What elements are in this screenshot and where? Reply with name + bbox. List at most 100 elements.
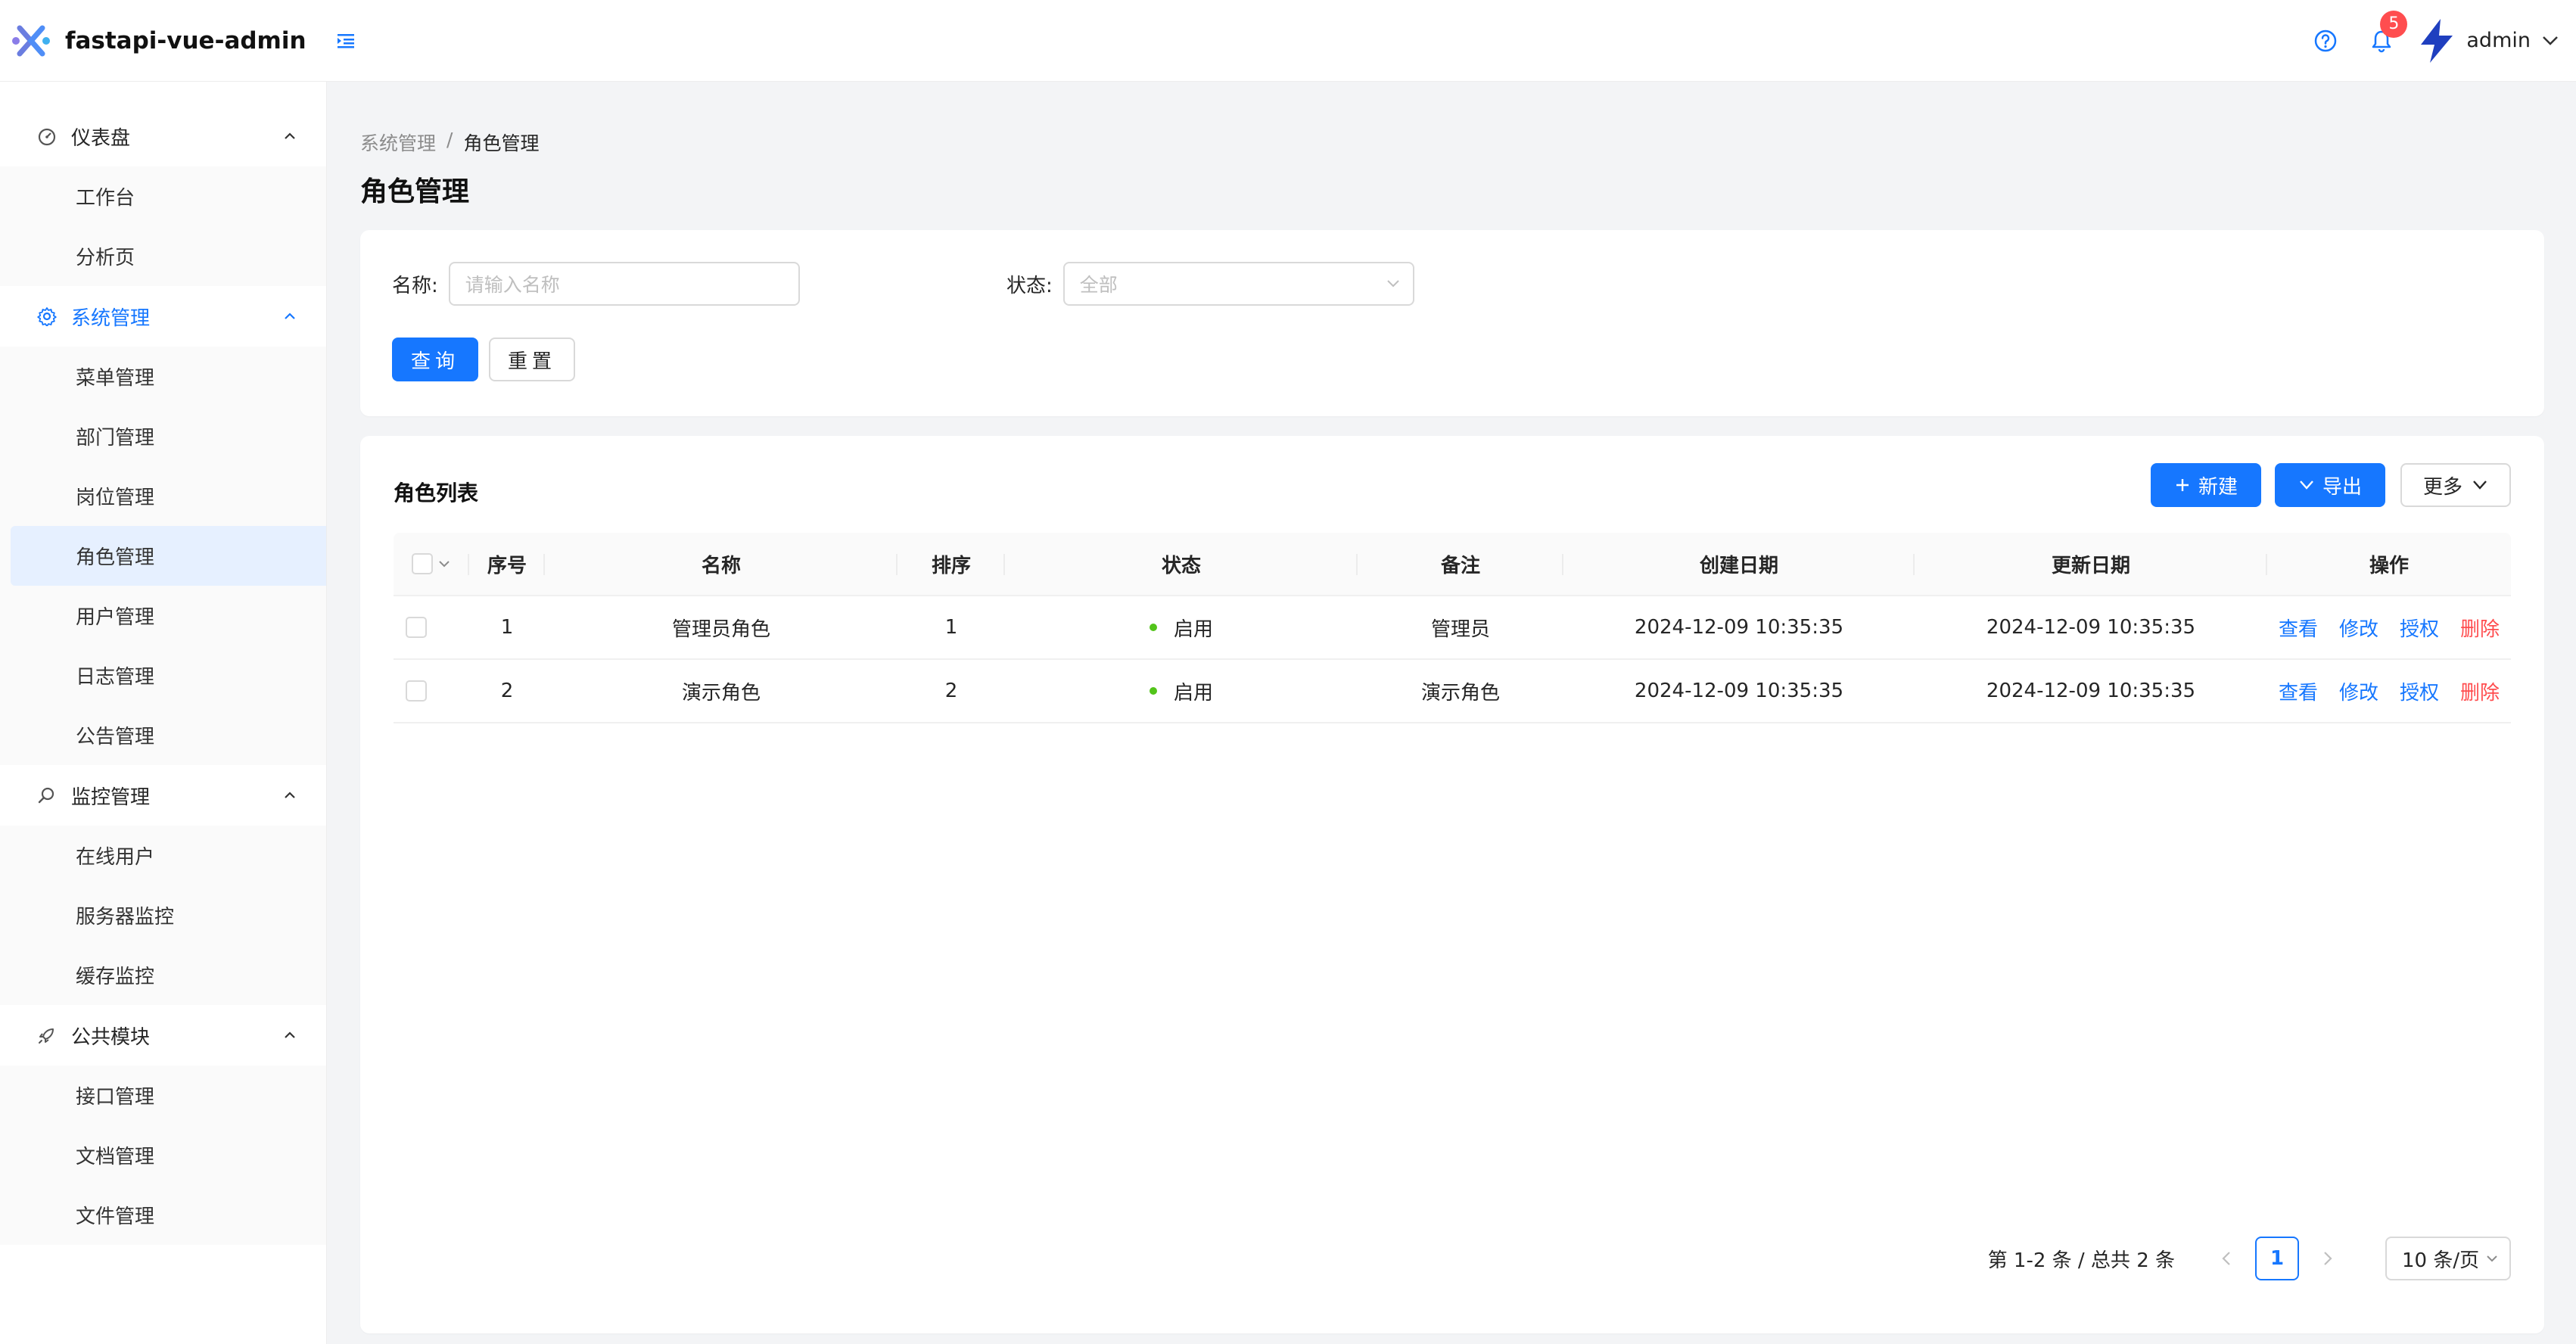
cell-actions: 查看 修改 授权 删除 xyxy=(2267,596,2511,658)
select-all-checkbox[interactable] xyxy=(412,553,433,574)
help-button[interactable] xyxy=(2310,26,2341,56)
status-field: 状态: 全部 xyxy=(1006,262,1414,306)
query-button[interactable]: 查询 xyxy=(392,338,478,381)
chevron-down-icon[interactable] xyxy=(2541,35,2559,47)
page-number-button[interactable]: 1 xyxy=(2255,1237,2299,1280)
rocket-icon xyxy=(39,1028,54,1044)
main-content: 系统管理 / 角色管理 角色管理 名称: 请输入名称 状态: 全部 查询 重置 … xyxy=(327,82,2576,1344)
menu-group-label: 公共模块 xyxy=(71,1025,151,1049)
menu-group-common: 公共模块 接口管理 文档管理 文件管理 xyxy=(0,1005,326,1245)
menu-group-title-dashboard[interactable]: 仪表盘 xyxy=(0,106,326,166)
chevron-up-icon xyxy=(285,313,295,319)
breadcrumb-current: 角色管理 xyxy=(463,132,540,154)
authorize-link[interactable]: 授权 xyxy=(2400,614,2439,642)
username[interactable]: admin xyxy=(2466,29,2531,52)
sidebar-item-role-management[interactable]: 角色管理 xyxy=(11,526,326,586)
breadcrumb-separator: / xyxy=(446,129,453,151)
name-field: 名称: 请输入名称 xyxy=(392,262,800,306)
row-checkbox[interactable] xyxy=(406,680,427,702)
cell-order: 1 xyxy=(944,616,958,639)
column-header: 更新日期 xyxy=(1915,533,2267,595)
new-button[interactable]: 新建 xyxy=(2151,463,2261,507)
sidebar-item-api-management[interactable]: 接口管理 xyxy=(0,1066,326,1125)
sidebar-item-post-management[interactable]: 岗位管理 xyxy=(0,466,326,526)
sidebar-item-workbench[interactable]: 工作台 xyxy=(0,166,326,226)
authorize-link[interactable]: 授权 xyxy=(2400,677,2439,705)
cell-name: 演示角色 xyxy=(681,681,761,705)
next-page-button[interactable] xyxy=(2313,1243,2343,1274)
sidebar-item-online-users[interactable]: 在线用户 xyxy=(0,826,326,885)
filter-card: 名称: 请输入名称 状态: 全部 查询 重置 xyxy=(360,230,2544,416)
column-header: 备注 xyxy=(1358,533,1563,595)
prev-page-button[interactable] xyxy=(2211,1243,2242,1274)
sidebar-toggle-button[interactable] xyxy=(334,29,358,53)
sidebar-item-menu-management[interactable]: 菜单管理 xyxy=(0,347,326,406)
lightning-avatar-icon[interactable] xyxy=(2416,17,2457,64)
status-select[interactable]: 全部 xyxy=(1062,262,1414,306)
view-link[interactable]: 查看 xyxy=(2279,614,2318,642)
sidebar-item-analysis[interactable]: 分析页 xyxy=(0,226,326,286)
chevron-up-icon xyxy=(285,792,295,798)
logo[interactable]: fastapi-vue-admin xyxy=(11,20,306,61)
sidebar-item-user-management[interactable]: 用户管理 xyxy=(0,586,326,646)
status-select-value: 全部 xyxy=(1079,274,1118,296)
more-button[interactable]: 更多 xyxy=(2400,463,2511,507)
column-header: 序号 xyxy=(469,533,545,595)
table-card: 角色列表 新建 导出 更多 序号 名称 排序 状态 备注 创建日期 更新日期 操… xyxy=(360,436,2544,1333)
submenu-common: 接口管理 文档管理 文件管理 xyxy=(0,1066,326,1245)
notification-badge: 5 xyxy=(2380,10,2408,38)
name-input[interactable]: 请输入名称 xyxy=(448,262,800,306)
sidebar-item-file-management[interactable]: 文件管理 xyxy=(0,1185,326,1245)
pagination-total: 第 1-2 条 / 总共 2 条 xyxy=(1987,1249,2175,1272)
export-button[interactable]: 导出 xyxy=(2275,463,2385,507)
menu-group-title-common[interactable]: 公共模块 xyxy=(0,1005,326,1066)
top-header: fastapi-vue-admin 5 admin xyxy=(0,0,2576,82)
cell-created: 2024-12-09 10:35:35 xyxy=(1634,680,1844,702)
chevron-down-icon xyxy=(2473,481,2487,490)
status-label: 状态: xyxy=(1006,274,1053,297)
table-header-row: 序号 名称 排序 状态 备注 创建日期 更新日期 操作 xyxy=(394,533,2511,596)
view-link[interactable]: 查看 xyxy=(2279,677,2318,705)
gear-icon xyxy=(37,307,57,326)
cell-actions: 查看 修改 授权 删除 xyxy=(2267,660,2511,722)
reset-button[interactable]: 重置 xyxy=(489,338,575,381)
cell-status: 启用 xyxy=(1005,660,1358,722)
menu-group-title-monitor[interactable]: 监控管理 xyxy=(0,765,326,826)
cell-status: 启用 xyxy=(1005,596,1358,658)
name-placeholder: 请输入名称 xyxy=(465,274,560,296)
header-actions: 5 admin xyxy=(2310,0,2576,82)
new-button-label: 新建 xyxy=(2198,475,2238,499)
page-size-value: 10 条/页 xyxy=(2402,1249,2480,1272)
menu-group-dashboard: 仪表盘 工作台 分析页 xyxy=(0,106,326,286)
breadcrumb-parent[interactable]: 系统管理 xyxy=(360,129,436,156)
menu-group-label: 监控管理 xyxy=(71,786,151,809)
column-header: 操作 xyxy=(2369,554,2409,577)
chevron-down-icon xyxy=(2487,1255,2497,1262)
sidebar-item-notice-management[interactable]: 公告管理 xyxy=(0,705,326,765)
sidebar-item-cache-monitor[interactable]: 缓存监控 xyxy=(0,945,326,1005)
row-select-cell xyxy=(394,596,469,658)
plus-icon xyxy=(2176,479,2189,491)
cell-remark: 演示角色 xyxy=(1420,681,1500,705)
edit-link[interactable]: 修改 xyxy=(2339,677,2378,705)
sidebar-item-dept-management[interactable]: 部门管理 xyxy=(0,406,326,466)
cell-index: 2 xyxy=(500,680,514,702)
row-checkbox[interactable] xyxy=(406,617,427,638)
notification-button[interactable]: 5 xyxy=(2366,10,2408,56)
status-text: 启用 xyxy=(1173,618,1213,641)
cell-updated: 2024-12-09 10:35:35 xyxy=(1986,616,2196,639)
sidebar-item-doc-management[interactable]: 文档管理 xyxy=(0,1125,326,1185)
page-size-select[interactable]: 10 条/页 xyxy=(2385,1237,2511,1280)
delete-link[interactable]: 删除 xyxy=(2460,614,2500,642)
name-label: 名称: xyxy=(392,274,438,297)
submenu-dashboard: 工作台 分析页 xyxy=(0,166,326,286)
sidebar-item-server-monitor[interactable]: 服务器监控 xyxy=(0,885,326,945)
table-row: 1 管理员角色 1 启用 管理员 2024-12-09 10:35:35 202… xyxy=(394,596,2511,660)
menu-group-monitor: 监控管理 在线用户 服务器监控 缓存监控 xyxy=(0,765,326,1005)
sidebar-item-log-management[interactable]: 日志管理 xyxy=(0,646,326,705)
edit-link[interactable]: 修改 xyxy=(2339,614,2378,642)
pagination: 第 1-2 条 / 总共 2 条 1 10 条/页 xyxy=(1988,1237,2511,1280)
menu-group-title-system[interactable]: 系统管理 xyxy=(0,286,326,347)
chevron-down-icon[interactable] xyxy=(437,559,451,568)
delete-link[interactable]: 删除 xyxy=(2460,677,2500,705)
